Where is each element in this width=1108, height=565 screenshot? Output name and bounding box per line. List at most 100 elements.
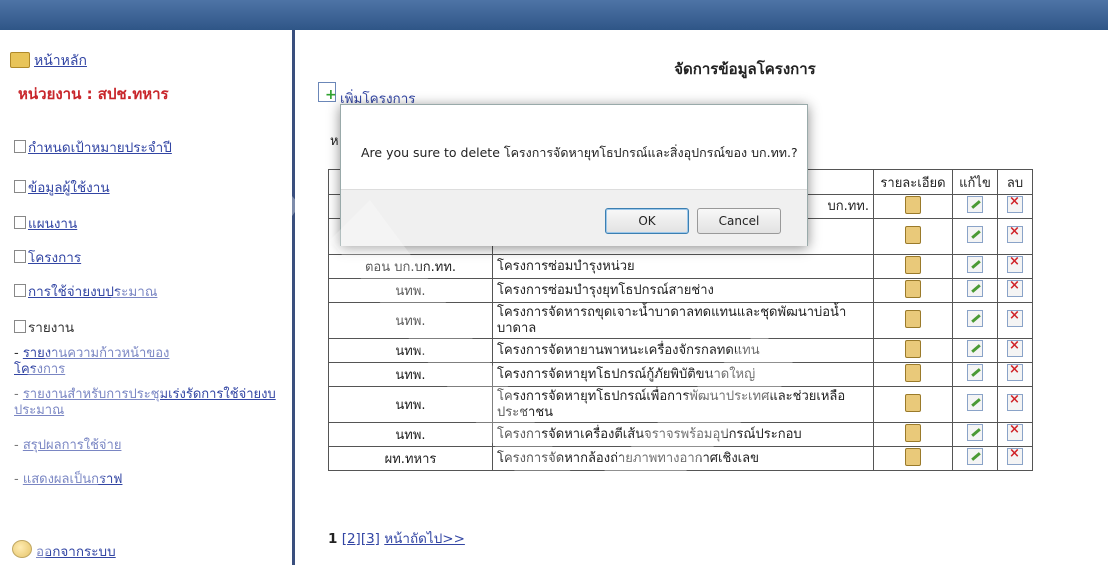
nav-link[interactable]: กำหนดเป้าหมายประจำปี <box>28 140 172 156</box>
table-row: นทพ. โครงการจัดหาเครื่องตีเส้นจราจรพร้อม… <box>328 422 1033 447</box>
report-item-meeting[interactable]: - รายงานสำหรับการประชุมเร่งรัดการใช้จ่าย… <box>14 387 284 419</box>
page-icon <box>14 140 26 153</box>
detail-icon[interactable] <box>905 309 921 328</box>
cell-unit: ผท.ทหาร <box>328 446 493 471</box>
cell-unit: นทพ. <box>328 278 493 303</box>
cell-project-name: โครงการจัดหายานพาหนะเครื่องจักรกลทดแทน <box>492 338 874 363</box>
column-header-edit: แก้ไข <box>952 169 998 195</box>
detail-icon[interactable] <box>905 255 921 274</box>
detail-icon[interactable] <box>905 393 921 412</box>
table-row: นทพ. โครงการจัดหายานพาหนะเครื่องจักรกลทด… <box>328 338 1033 363</box>
edit-icon[interactable] <box>967 310 983 327</box>
delete-icon[interactable] <box>1007 278 1023 297</box>
table-row: นทพ. โครงการจัดหารถขุดเจาะน้ำบาดาลทดแทนแ… <box>328 302 1033 339</box>
unit-label: หน่วยงาน : สปช.ทหาร <box>18 85 169 103</box>
delete-icon[interactable] <box>1007 422 1023 441</box>
detail-icon[interactable] <box>905 363 921 382</box>
column-header-delete: ลบ <box>997 169 1033 195</box>
edit-icon[interactable] <box>967 424 983 441</box>
edit-icon[interactable] <box>967 340 983 357</box>
page-icon <box>14 180 26 193</box>
page-icon <box>14 216 26 229</box>
edit-icon[interactable] <box>967 196 983 213</box>
edit-icon[interactable] <box>967 226 983 243</box>
delete-icon[interactable] <box>1007 224 1023 243</box>
ok-button[interactable]: OK <box>605 208 689 234</box>
detail-icon[interactable] <box>905 447 921 466</box>
edit-icon[interactable] <box>967 280 983 297</box>
detail-icon[interactable] <box>905 225 921 244</box>
cell-unit: นทพ. <box>328 302 493 339</box>
cell-project-name: โครงการจัดหากล้องถ่ายภาพทางอากาศเชิงเลข <box>492 446 874 471</box>
cell-unit: นทพ. <box>328 422 493 447</box>
sidebar-divider <box>292 30 295 565</box>
cancel-button[interactable]: Cancel <box>697 208 781 234</box>
nav-item-reports: รายงาน <box>14 316 74 338</box>
pagination: 1 [2][3] หน้าถัดไป>> <box>328 527 465 549</box>
dialog-message: Are you sure to delete โครงการจัดหายุทโธ… <box>361 145 798 160</box>
cell-unit: นทพ. <box>328 362 493 387</box>
cell-project-name: โครงการจัดหาเครื่องตีเส้นจราจรพร้อมอุปกร… <box>492 422 874 447</box>
report-item-progress[interactable]: - รายงานความก้าวหน้าของโครงการ <box>14 346 214 378</box>
cell-project-name: โครงการจัดหายุทโธปกรณ์เพื่อการพัฒนาประเท… <box>492 386 874 423</box>
edit-icon[interactable] <box>967 448 983 465</box>
detail-icon[interactable] <box>905 279 921 298</box>
report-item-summary[interactable]: - สรุปผลการใช้จ่าย <box>14 438 284 454</box>
cell-unit: ตอน บก.บก.ทท. <box>328 254 493 279</box>
nav-label: รายงาน <box>28 320 75 336</box>
nav-item-plans[interactable]: แผนงาน <box>14 212 77 234</box>
edit-icon[interactable] <box>967 256 983 273</box>
report-item-graph[interactable]: - แสดงผลเป็นกราฟ <box>14 472 284 488</box>
detail-icon[interactable] <box>905 195 921 214</box>
nav-link[interactable]: ข้อมูลผู้ใช้งาน <box>28 180 110 196</box>
edit-icon[interactable] <box>967 394 983 411</box>
delete-icon[interactable] <box>1007 338 1023 357</box>
nav-item-users[interactable]: ข้อมูลผู้ใช้งาน <box>14 176 110 198</box>
report-link[interactable]: รายงานสำหรับการประชุมเร่งรัดการใช้จ่ายงบ… <box>14 387 276 418</box>
delete-icon[interactable] <box>1007 446 1023 465</box>
folder-icon <box>10 52 30 68</box>
report-link[interactable]: รายงานความก้าวหน้าของโครงการ <box>14 346 169 377</box>
nav-link[interactable]: การใช้จ่ายงบประมาณ <box>28 284 157 300</box>
nav-item-projects[interactable]: โครงการ <box>14 246 81 268</box>
table-row: นทพ. โครงการจัดหายุทโธปกรณ์กู้ภัยพิบัติข… <box>328 362 1033 387</box>
nav-item-budget[interactable]: การใช้จ่ายงบประมาณ <box>14 280 157 302</box>
bullet: - <box>14 438 23 453</box>
delete-icon[interactable] <box>1007 308 1023 327</box>
cell-project-name: โครงการจัดหายุทโธปกรณ์กู้ภัยพิบัติขนาดให… <box>492 362 874 387</box>
delete-icon[interactable] <box>1007 194 1023 213</box>
header-banner-text <box>500 0 504 30</box>
cell-project-name: โครงการซ่อมบำรุงหน่วย <box>492 254 874 279</box>
cell-unit: นทพ. <box>328 386 493 423</box>
cell-project-name: โครงการจัดหารถขุดเจาะน้ำบาดาลทดแทนและชุด… <box>492 302 874 339</box>
logout-link[interactable]: ออกจากระบบ <box>36 540 116 562</box>
report-link[interactable]: สรุปผลการใช้จ่าย <box>23 438 122 453</box>
page-link-3[interactable]: [3] <box>361 531 380 547</box>
page-link-2[interactable]: [2] <box>342 531 361 547</box>
cell-project-name: โครงการซ่อมบำรุงยุทโธปกรณ์สายช่าง <box>492 278 874 303</box>
column-header-detail: รายละเอียด <box>873 169 953 195</box>
page-title: จัดการข้อมูลโครงการ <box>674 60 816 78</box>
dialog-footer: OK Cancel <box>341 189 807 246</box>
nav-item-target[interactable]: กำหนดเป้าหมายประจำปี <box>14 136 172 158</box>
delete-icon[interactable] <box>1007 254 1023 273</box>
detail-icon[interactable] <box>905 423 921 442</box>
nav-link[interactable]: แผนงาน <box>28 216 77 232</box>
table-row: ผท.ทหาร โครงการจัดหากล้องถ่ายภาพทางอากาศ… <box>328 446 1033 471</box>
detail-icon[interactable] <box>905 339 921 358</box>
partial-label: ห <box>330 134 339 149</box>
page-icon <box>14 284 26 297</box>
confirm-delete-dialog: Are you sure to delete โครงการจัดหายุทโธ… <box>340 104 808 246</box>
bullet: - <box>14 472 23 487</box>
delete-icon[interactable] <box>1007 362 1023 381</box>
delete-icon[interactable] <box>1007 392 1023 411</box>
table-row: นทพ. โครงการจัดหายุทโธปกรณ์เพื่อการพัฒนา… <box>328 386 1033 423</box>
edit-icon[interactable] <box>967 364 983 381</box>
nav-link[interactable]: โครงการ <box>28 250 81 266</box>
report-link[interactable]: แสดงผลเป็นกราฟ <box>23 472 123 487</box>
add-document-icon[interactable] <box>318 82 337 103</box>
bullet: - <box>14 387 23 402</box>
next-page-link[interactable]: หน้าถัดไป>> <box>384 531 465 547</box>
current-page: 1 <box>328 531 338 547</box>
home-link[interactable]: หน้าหลัก <box>34 50 87 72</box>
